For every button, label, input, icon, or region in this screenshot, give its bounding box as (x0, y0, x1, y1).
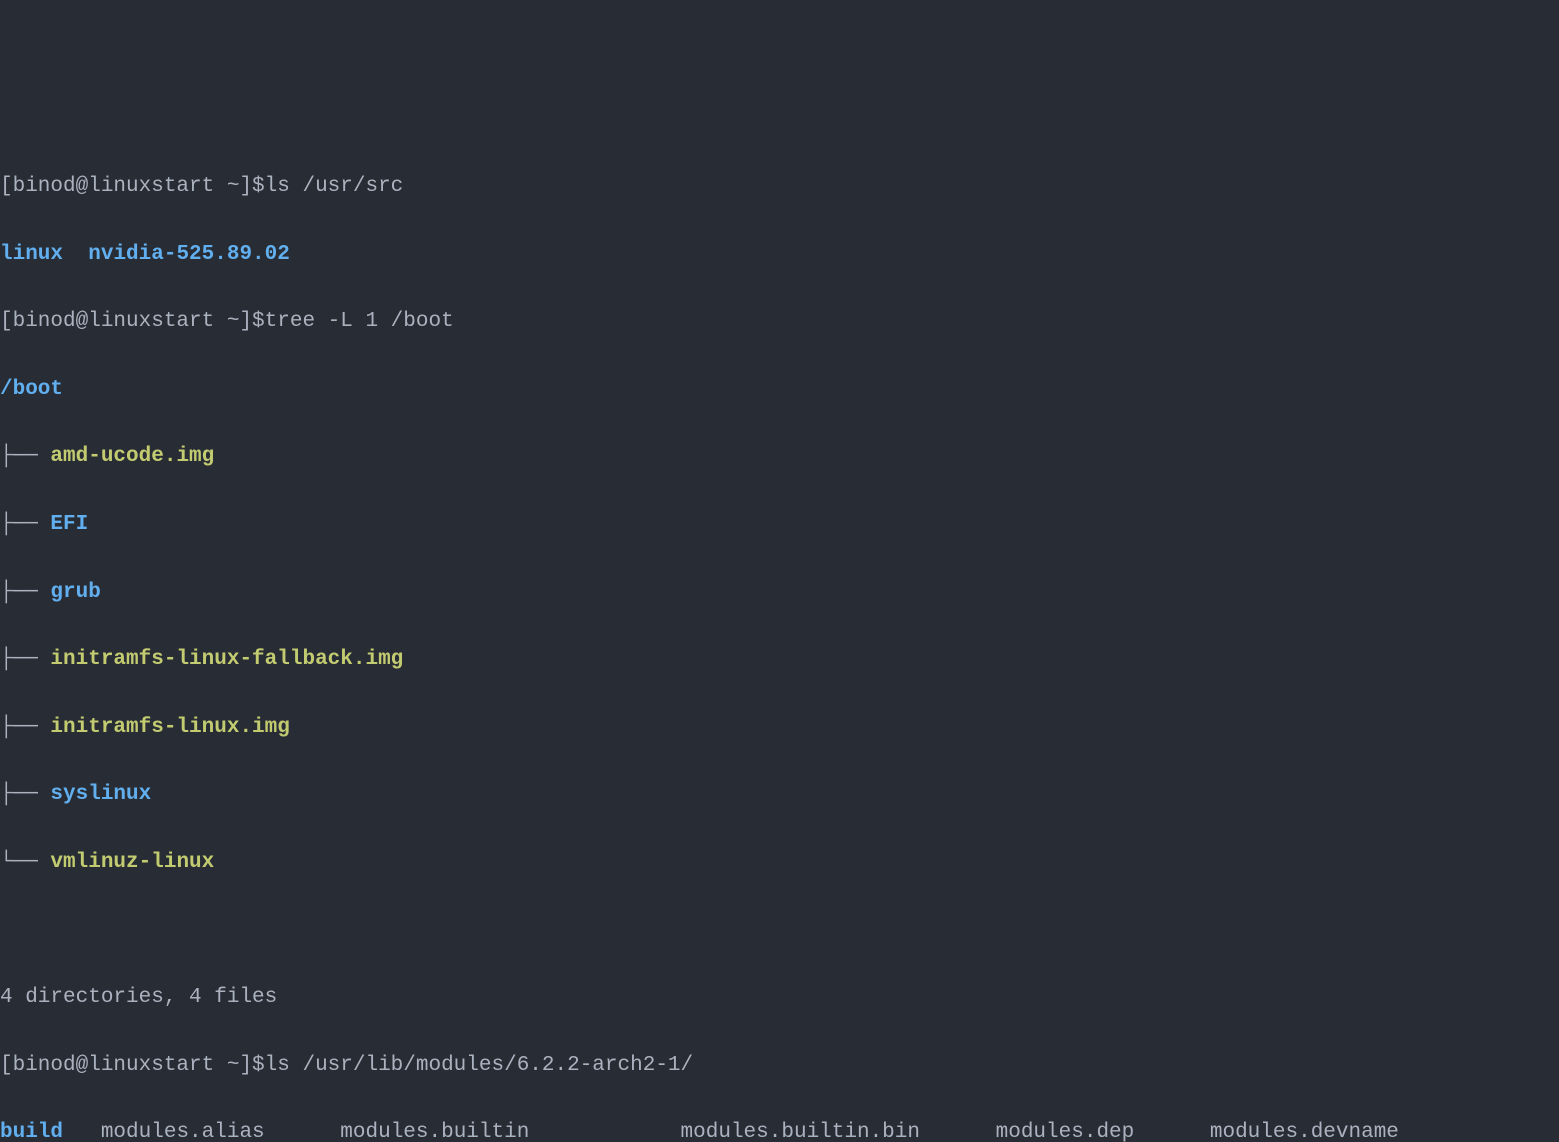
ls-output-src: linux nvidia-525.89.02 (0, 238, 1559, 272)
dir-entry: nvidia-525.89.02 (88, 243, 290, 266)
dir-entry: grub (50, 581, 100, 604)
dir-entry: EFI (50, 513, 88, 536)
tree-root: /boot (0, 373, 1559, 407)
command-text: tree -L 1 /boot (265, 310, 454, 333)
tree-summary: 4 directories, 4 files (0, 981, 1559, 1015)
command-text: ls /usr/src (265, 175, 404, 198)
dir-entry: linux (0, 243, 63, 266)
file-entry: modules.devname (1210, 1121, 1399, 1142)
tree-item: └── vmlinuz-linux (0, 846, 1559, 880)
shell-prompt: [binod@linuxstart ~]$ (0, 175, 265, 198)
file-entry: modules.builtin (340, 1121, 529, 1142)
dir-entry: syslinux (50, 783, 151, 806)
dir-entry: /boot (0, 378, 63, 401)
tree-item: ├── initramfs-linux-fallback.img (0, 643, 1559, 677)
tree-item: ├── grub (0, 576, 1559, 610)
ls-output-row: build modules.alias modules.builtin modu… (0, 1116, 1559, 1142)
blank-line (0, 914, 1559, 948)
shell-prompt: [binod@linuxstart ~]$ (0, 310, 265, 333)
file-entry: modules.dep (996, 1121, 1135, 1142)
file-entry: modules.alias (101, 1121, 265, 1142)
file-entry: amd-ucode.img (50, 445, 214, 468)
tree-branch-icon: ├── (0, 445, 50, 468)
tree-item: ├── EFI (0, 508, 1559, 542)
tree-item: ├── amd-ucode.img (0, 440, 1559, 474)
prompt-line-2: [binod@linuxstart ~]$tree -L 1 /boot (0, 305, 1559, 339)
file-entry: modules.builtin.bin (681, 1121, 920, 1142)
file-entry: initramfs-linux.img (50, 716, 289, 739)
tree-branch-icon: ├── (0, 648, 50, 671)
tree-branch-icon: ├── (0, 513, 50, 536)
file-entry: vmlinuz-linux (50, 851, 214, 874)
tree-branch-icon: └── (0, 851, 50, 874)
tree-item: ├── syslinux (0, 778, 1559, 812)
terminal-output[interactable]: [binod@linuxstart ~]$ls /usr/src linux n… (0, 134, 1559, 1142)
tree-item: ├── initramfs-linux.img (0, 711, 1559, 745)
tree-branch-icon: ├── (0, 581, 50, 604)
file-entry: initramfs-linux-fallback.img (50, 648, 403, 671)
prompt-line-1: [binod@linuxstart ~]$ls /usr/src (0, 170, 1559, 204)
shell-prompt: [binod@linuxstart ~]$ (0, 1054, 265, 1077)
tree-branch-icon: ├── (0, 716, 50, 739)
tree-branch-icon: ├── (0, 783, 50, 806)
summary-text: 4 directories, 4 files (0, 986, 277, 1009)
command-text: ls /usr/lib/modules/6.2.2-arch2-1/ (265, 1054, 693, 1077)
dir-entry: build (0, 1121, 63, 1142)
prompt-line-3: [binod@linuxstart ~]$ls /usr/lib/modules… (0, 1049, 1559, 1083)
